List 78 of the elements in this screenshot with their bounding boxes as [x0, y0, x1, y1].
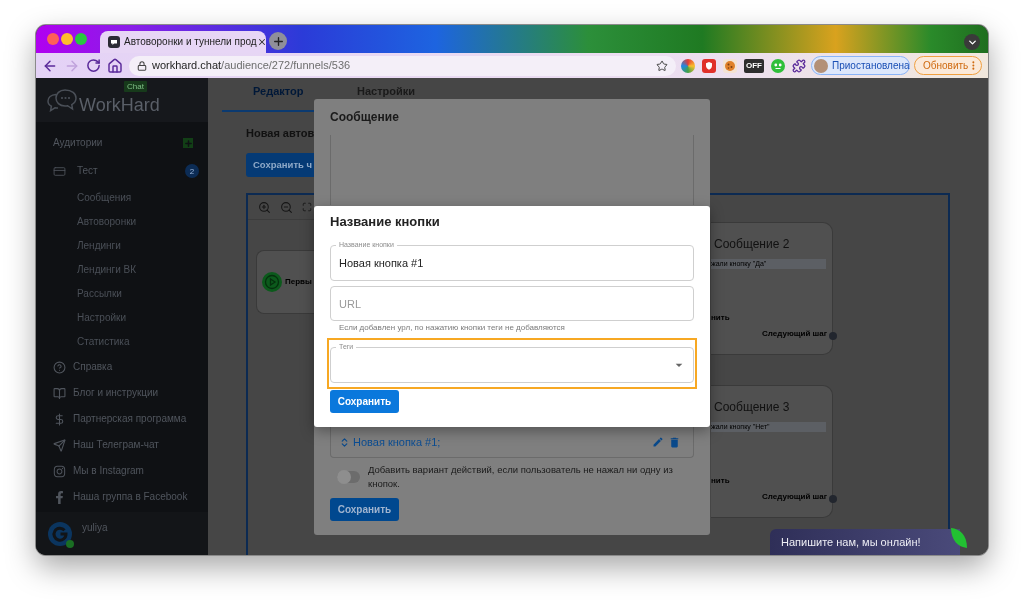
- toggle-switch[interactable]: [337, 471, 360, 483]
- lock-icon: [137, 60, 147, 71]
- facebook-icon: [53, 490, 66, 504]
- browser-tab[interactable]: Автоворонки и туннели прод: [100, 31, 266, 53]
- maximize-window-icon[interactable]: [75, 33, 87, 45]
- select-field[interactable]: [330, 347, 694, 383]
- logo-badge: Chat: [124, 81, 147, 92]
- dollar-icon: [53, 412, 66, 426]
- card-icon: [53, 164, 66, 178]
- minimize-window-icon[interactable]: [61, 33, 73, 45]
- node-title: Сообщение 3: [713, 400, 790, 414]
- save-button[interactable]: Сохранить ч: [246, 153, 314, 177]
- round-face-icon[interactable]: [771, 58, 785, 73]
- toggle-label: Добавить вариант действий, если пользователь не нажал ни одну из кнопок.: [368, 463, 674, 491]
- count-badge: 2: [185, 164, 199, 178]
- new-tab-button[interactable]: [269, 32, 287, 50]
- next-step-label: Следующий шаг: [762, 492, 828, 502]
- dialog-title: Название кнопки: [330, 214, 440, 230]
- sidebar-subitem[interactable]: Статистика: [36, 330, 208, 354]
- node-text: нить: [711, 476, 730, 485]
- sidebar-subitem[interactable]: Лендинги ВК: [36, 258, 208, 282]
- home-icon[interactable]: [107, 57, 123, 74]
- play-icon: [262, 272, 282, 292]
- logo-text: WorkHard: [79, 94, 160, 115]
- zoom-in-icon[interactable]: [258, 200, 271, 214]
- update-button[interactable]: Обновить: [914, 56, 982, 75]
- button-link[interactable]: Новая кнопка #1;: [353, 435, 441, 449]
- node-title: Сообщение 2: [713, 237, 790, 251]
- bookmark-star-icon[interactable]: [656, 59, 668, 72]
- book-icon: [53, 386, 66, 400]
- node-text: нить: [711, 313, 730, 322]
- cookie-icon[interactable]: [723, 58, 737, 73]
- profile-button[interactable]: Приостановлена: [811, 56, 910, 75]
- save-button[interactable]: Сохранить: [330, 390, 399, 413]
- sidebar-subitem[interactable]: Сообщения: [36, 186, 208, 210]
- sidebar-subitem[interactable]: Лендинги: [36, 234, 208, 258]
- extension-badge[interactable]: OFF: [744, 58, 764, 73]
- sidebar-subitem[interactable]: Рассылки: [36, 282, 208, 306]
- leaf-icon: [950, 527, 968, 549]
- chat-widget[interactable]: Напишите нам, мы онлайн!: [770, 529, 960, 555]
- edit-icon[interactable]: [652, 436, 664, 448]
- node-title: Первы: [285, 277, 312, 287]
- square-shield-icon[interactable]: [702, 58, 716, 73]
- field-hint: Если добавлен урл, по нажатию кнопки теги не добавляются: [338, 324, 565, 332]
- sidebar-link[interactable]: Партнерская программа: [36, 406, 208, 432]
- instagram-icon: [53, 464, 66, 478]
- sidebar-link[interactable]: Блог и инструкции: [36, 380, 208, 406]
- tab-search-button[interactable]: [964, 34, 980, 50]
- add-icon[interactable]: [183, 138, 193, 148]
- sidebar-subitem[interactable]: Настройки: [36, 306, 208, 330]
- delete-icon[interactable]: [668, 435, 681, 449]
- chat-bubbles-icon: [47, 88, 77, 112]
- dialog-title: Сообщение: [330, 110, 399, 124]
- next-step-label: Следующий шаг: [762, 329, 828, 339]
- address-bar[interactable]: workhard.chat/audience/272/funnels/536: [129, 55, 676, 76]
- corner-brackets-icon[interactable]: [302, 202, 312, 212]
- close-window-icon[interactable]: [47, 33, 59, 45]
- up-down-chevrons-icon[interactable]: [339, 436, 350, 448]
- project-item[interactable]: Тест 2: [36, 161, 208, 181]
- sidebar-link[interactable]: Справка: [36, 354, 208, 380]
- avatar-icon: [814, 58, 828, 73]
- plus-icon: [271, 34, 285, 48]
- reload-icon[interactable]: [86, 58, 101, 73]
- save-button[interactable]: Сохранить: [330, 498, 399, 521]
- avatar-icon: [48, 522, 72, 546]
- sidebar-link[interactable]: Наш Телеграм-чат: [36, 432, 208, 458]
- zoom-out-icon[interactable]: [280, 200, 293, 214]
- sidebar-link[interactable]: Мы в Instagram: [36, 458, 208, 484]
- text-field[interactable]: URL: [330, 286, 694, 321]
- section-title: Аудитории: [53, 137, 103, 149]
- puzzle-icon[interactable]: [792, 58, 806, 73]
- close-tab-icon[interactable]: [256, 37, 267, 47]
- favicon-icon: [108, 36, 120, 48]
- user-name: yuliya: [82, 522, 108, 534]
- help-icon: [53, 360, 66, 374]
- sidebar-link[interactable]: Наша группа в Facebook: [36, 484, 208, 510]
- paper-plane-icon: [53, 438, 66, 452]
- sidebar-subitem[interactable]: Автоворонки: [36, 210, 208, 234]
